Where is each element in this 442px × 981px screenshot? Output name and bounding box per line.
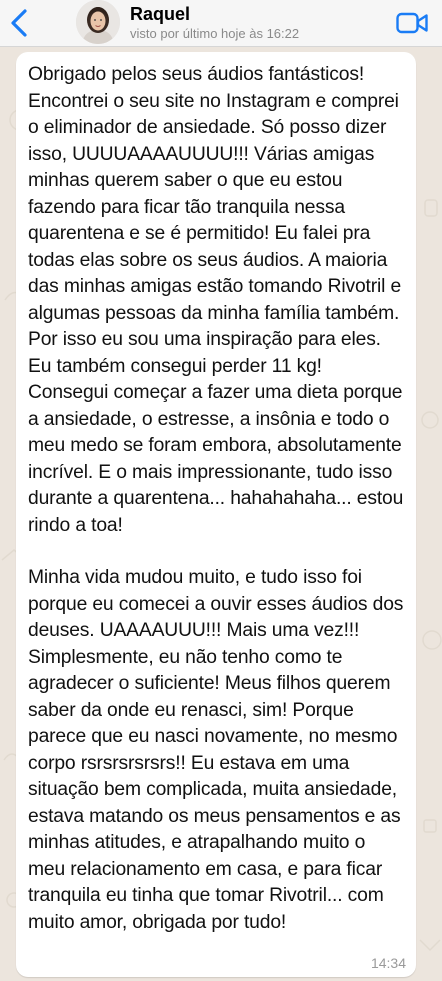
avatar[interactable] — [76, 0, 120, 44]
message-paragraph: Obrigado pelos seus áudios fantásticos! … — [28, 64, 404, 536]
message-timestamp: 14:34 — [370, 955, 406, 971]
message-bubble[interactable]: Obrigado pelos seus áudios fantásticos! … — [16, 52, 416, 977]
chevron-left-icon — [11, 9, 27, 37]
last-seen-status: visto por último hoje às 16:22 — [130, 26, 300, 41]
contact-name[interactable]: Raquel — [130, 4, 190, 25]
video-camera-icon — [396, 12, 428, 34]
back-button[interactable] — [6, 7, 32, 39]
message-paragraph: Minha vida mudou muito, e tudo isso foi … — [28, 567, 404, 933]
chat-screen: Raquel visto por último hoje às 16:22 Ob… — [0, 0, 442, 981]
video-call-button[interactable] — [396, 12, 428, 34]
contact-photo — [76, 0, 120, 44]
chat-header: Raquel visto por último hoje às 16:22 — [0, 0, 442, 47]
